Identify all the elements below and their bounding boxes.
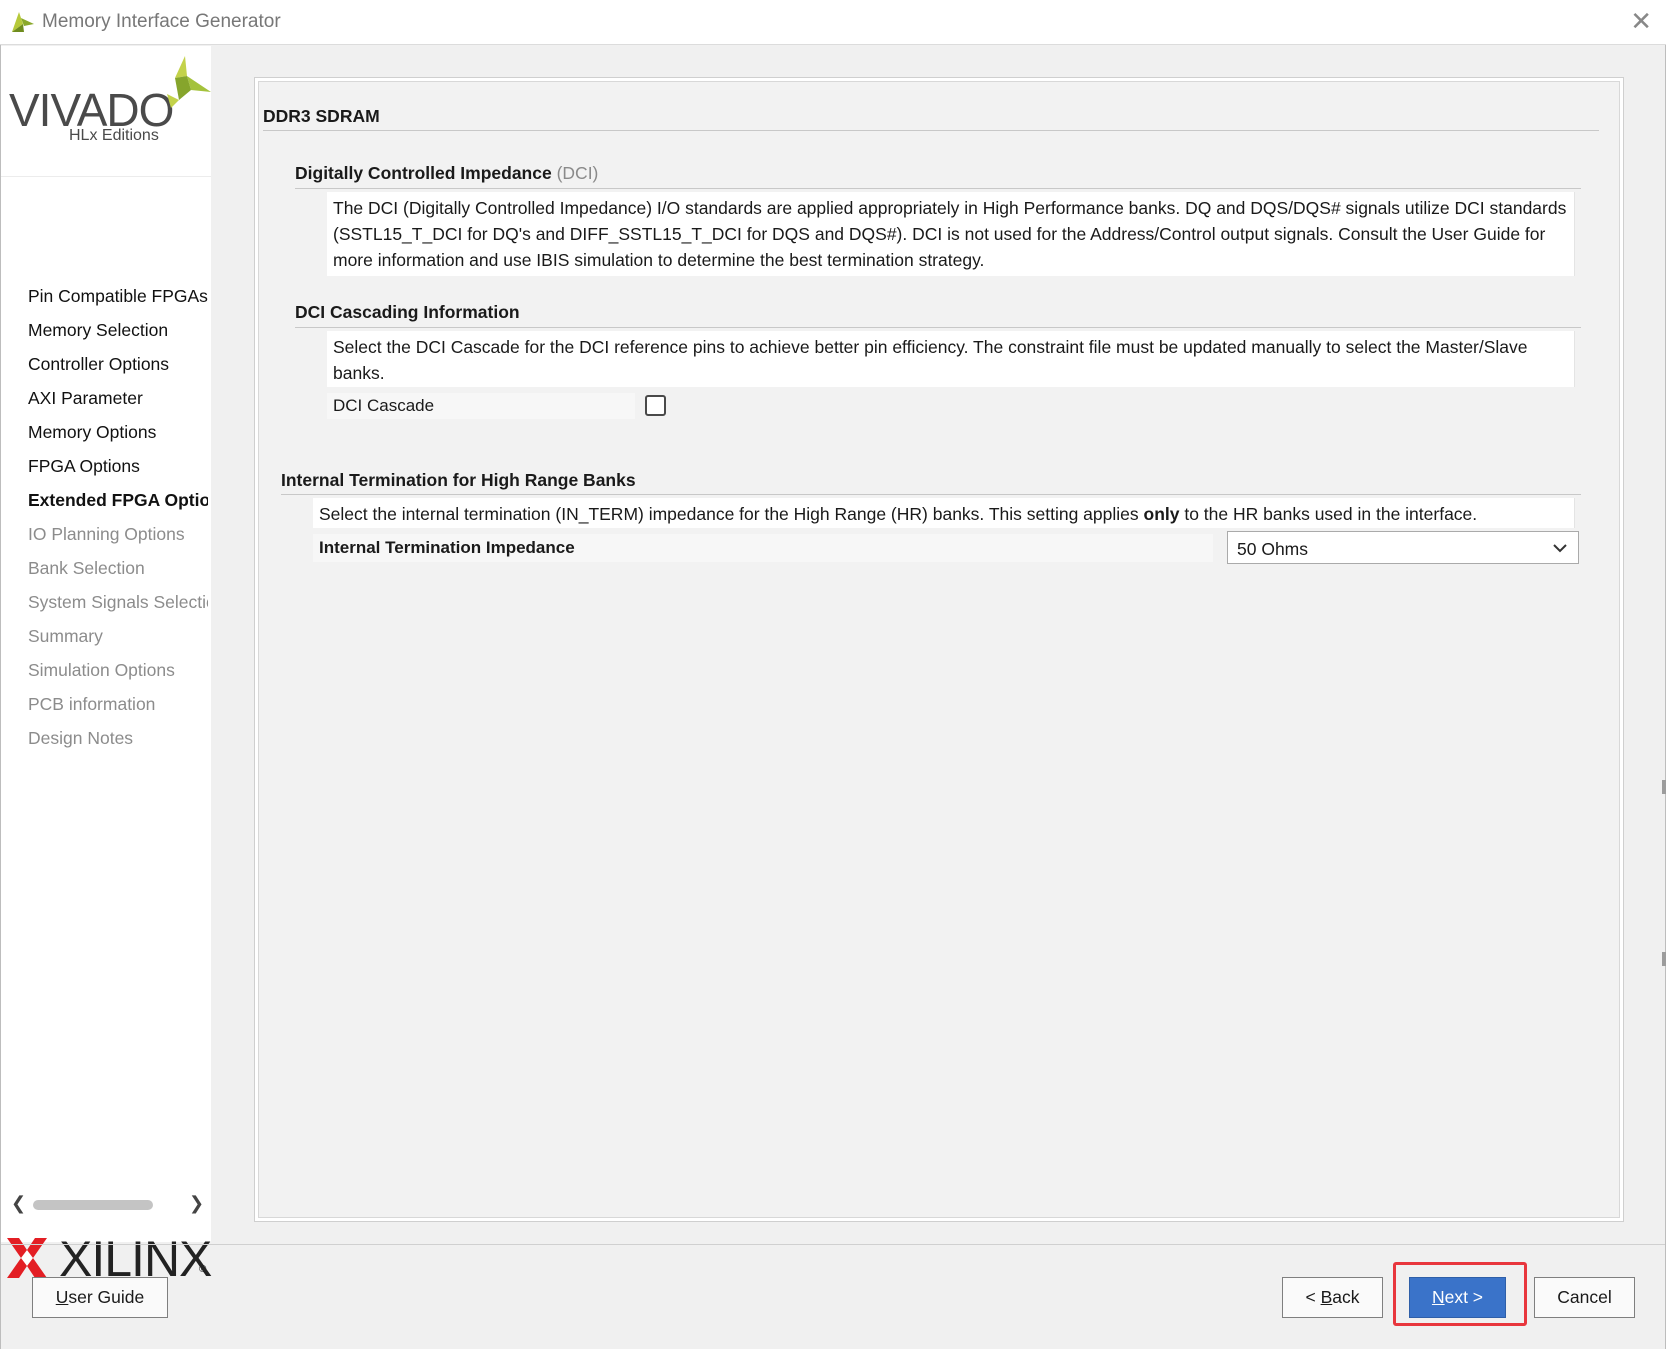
step-design-notes: Design Notes	[28, 728, 134, 748]
dci-rule	[295, 188, 1581, 189]
scroll-right-icon[interactable]: ❯	[189, 1193, 204, 1214]
step-memory-selection[interactable]: Memory Selection	[28, 318, 208, 352]
sidebar-horizontal-scrollbar[interactable]: ❮ ❯	[9, 1193, 205, 1215]
dci-cascade-rule	[295, 327, 1581, 328]
main-panel: DDR3 SDRAM Digitally Controlled Impedanc…	[254, 77, 1624, 1222]
user-guide-button[interactable]: User Guide	[32, 1277, 168, 1318]
step-io-planning-options: IO Planning Options	[28, 524, 185, 544]
dci-heading-suffix: (DCI)	[556, 163, 599, 183]
main-panel-inner: DDR3 SDRAM Digitally Controlled Impedanc…	[258, 81, 1620, 1218]
wizard-sidebar: VIVADO HLx Editions Pin Compatible FPGAs…	[1, 46, 212, 1287]
right-edge-marker	[1662, 952, 1666, 966]
dci-cascade-heading: DCI Cascading Information	[295, 302, 520, 322]
description-text-after: to the HR banks used in the interface.	[1179, 504, 1478, 524]
step-fpga-options[interactable]: FPGA Options	[28, 454, 208, 488]
step-memory-options[interactable]: Memory Options	[28, 420, 208, 454]
dci-cascade-checkbox[interactable]	[645, 395, 666, 416]
back-prefix: <	[1305, 1287, 1321, 1307]
memory-type-rule	[263, 130, 1599, 131]
dci-cascade-label: DCI Cascade	[333, 396, 435, 415]
step-axi-parameter[interactable]: AXI Parameter	[28, 386, 208, 420]
vivado-app-icon	[12, 12, 34, 32]
right-edge-marker	[1662, 780, 1666, 794]
close-icon[interactable]: ✕	[1630, 8, 1652, 34]
internal-termination-heading: Internal Termination for High Range Bank…	[281, 470, 636, 490]
sidebar-divider	[1, 176, 211, 177]
step-pin-compatible-fpgas[interactable]: Pin Compatible FPGAs	[28, 284, 208, 318]
vivado-edition-text: HLx Editions	[69, 127, 159, 144]
internal-termination-description-box: Select the internal termination (IN_TERM…	[313, 498, 1575, 528]
chevron-down-icon[interactable]	[1552, 541, 1568, 555]
registered-mark: ®	[199, 1264, 207, 1275]
internal-termination-impedance-select[interactable]: 50 Ohms	[1227, 531, 1579, 564]
footer-separator	[1, 1244, 1665, 1245]
next-button[interactable]: Next >	[1409, 1277, 1506, 1318]
back-mnemonic: B	[1320, 1287, 1333, 1307]
internal-termination-description: Select the internal termination (IN_TERM…	[313, 498, 1574, 530]
step-pcb-information: PCB information	[28, 694, 156, 714]
dci-heading: Digitally Controlled Impedance (DCI)	[295, 163, 598, 184]
dci-cascade-description-box: Select the DCI Cascade for the DCI refer…	[327, 331, 1575, 387]
next-label: ext >	[1444, 1287, 1484, 1307]
title-bar: Memory Interface Generator ✕	[0, 0, 1666, 45]
scrollbar-thumb[interactable]	[33, 1200, 153, 1210]
step-simulation-options: Simulation Options	[28, 660, 175, 680]
step-controller-options[interactable]: Controller Options	[28, 352, 208, 386]
vivado-logo: VIVADO HLx Editions	[7, 56, 211, 184]
step-summary: Summary	[28, 626, 103, 646]
step-system-signals-selection: System Signals Selection	[28, 592, 208, 612]
user-guide-label: ser Guide	[68, 1287, 145, 1307]
dci-description-box: The DCI (Digitally Controlled Impedance)…	[327, 192, 1575, 276]
internal-termination-field: Internal Termination Impedance	[313, 534, 1213, 562]
cancel-button[interactable]: Cancel	[1534, 1277, 1635, 1318]
scroll-left-icon[interactable]: ❮	[11, 1193, 26, 1214]
dci-cascade-field: DCI Cascade	[327, 393, 635, 419]
vivado-leaf-icon	[167, 56, 211, 108]
step-extended-fpga-options[interactable]: Extended FPGA Options	[28, 488, 208, 522]
internal-termination-rule	[281, 494, 1581, 495]
wizard-steps: Pin Compatible FPGAs Memory Selection Co…	[28, 284, 208, 760]
impedance-selected-value: 50 Ohms	[1237, 539, 1308, 559]
user-guide-mnemonic: U	[55, 1287, 69, 1307]
memory-type-heading: DDR3 SDRAM	[263, 106, 380, 126]
internal-termination-impedance-label: Internal Termination Impedance	[319, 538, 575, 557]
description-text-before: Select the internal termination (IN_TERM…	[319, 504, 1144, 524]
dci-heading-text: Digitally Controlled Impedance	[295, 163, 552, 183]
back-label: ack	[1332, 1287, 1360, 1307]
description-text-emphasis: only	[1143, 504, 1180, 524]
next-mnemonic: N	[1431, 1287, 1445, 1307]
step-bank-selection: Bank Selection	[28, 558, 145, 578]
dci-cascade-description: Select the DCI Cascade for the DCI refer…	[333, 337, 1528, 383]
window-title: Memory Interface Generator	[42, 11, 281, 32]
back-button[interactable]: < Back	[1282, 1277, 1383, 1318]
dci-description: The DCI (Digitally Controlled Impedance)…	[333, 198, 1567, 270]
